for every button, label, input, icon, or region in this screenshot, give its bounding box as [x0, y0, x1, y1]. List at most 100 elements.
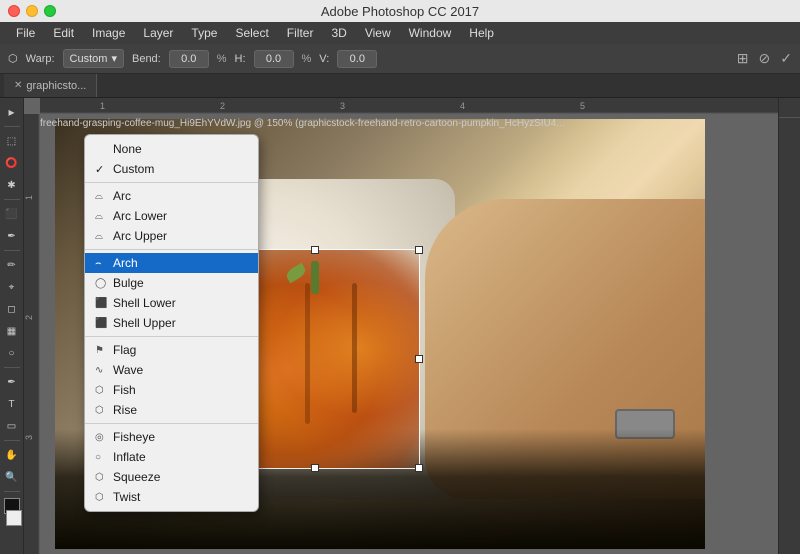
toolbar-separator-5 — [4, 440, 20, 441]
dropdown-item-shell-upper[interactable]: ⬛ Shell Upper — [85, 313, 258, 333]
menu-filter[interactable]: Filter — [279, 24, 322, 42]
svg-text:3: 3 — [340, 101, 345, 111]
dropdown-wave-label: Wave — [113, 363, 143, 377]
dropdown-item-arc-lower[interactable]: ⌓ Arc Lower — [85, 206, 258, 226]
handle-mid-right[interactable] — [415, 355, 423, 363]
tool-text[interactable]: T — [2, 394, 22, 414]
dropdown-bulge-label: Bulge — [113, 276, 144, 290]
right-strip — [778, 98, 800, 554]
menu-file[interactable]: File — [8, 24, 43, 42]
fisheye-icon: ◎ — [95, 432, 104, 443]
menu-window[interactable]: Window — [401, 24, 460, 42]
dropdown-shell-lower-label: Shell Lower — [113, 296, 176, 310]
tool-brush[interactable]: ✏ — [2, 255, 22, 275]
svg-text:3: 3 — [24, 435, 34, 440]
tool-move[interactable]: ▸ — [2, 102, 22, 122]
dropdown-separator-2 — [85, 249, 258, 250]
warp-value: Custom — [70, 53, 108, 65]
options-bar: ⬡ Warp: Custom ▾ Bend: 0.0 % H: 0.0 % V:… — [0, 44, 800, 74]
dropdown-fisheye-label: Fisheye — [113, 430, 155, 444]
background-color[interactable] — [6, 510, 22, 526]
menu-select[interactable]: Select — [227, 24, 276, 42]
twist-icon: ⬡ — [95, 492, 104, 503]
dropdown-item-inflate[interactable]: ○ Inflate — [85, 447, 258, 467]
dropdown-arch-label: Arch — [113, 256, 138, 270]
dropdown-twist-label: Twist — [113, 490, 140, 504]
tool-crop[interactable]: ⬛ — [2, 204, 22, 224]
dropdown-item-fisheye[interactable]: ◎ Fisheye — [85, 427, 258, 447]
grid-icon[interactable]: ⊞ — [737, 50, 749, 67]
pumpkin-line-2 — [305, 283, 310, 425]
dropdown-item-wave[interactable]: ∿ Wave — [85, 360, 258, 380]
dropdown-item-arc[interactable]: ⌓ Arc — [85, 186, 258, 206]
cancel-warp-icon[interactable]: ⊘ — [759, 50, 771, 67]
dropdown-item-none[interactable]: None — [85, 139, 258, 159]
dropdown-item-custom[interactable]: ✓ Custom — [85, 159, 258, 179]
panel-collapse[interactable] — [779, 98, 800, 118]
minimize-button[interactable] — [26, 5, 38, 17]
handle-top-right[interactable] — [415, 246, 423, 254]
maximize-button[interactable] — [44, 5, 56, 17]
tool-eraser[interactable]: ◻ — [2, 299, 22, 319]
handle-bottom-mid[interactable] — [311, 464, 319, 472]
main-area: ▸ ⬚ ⭕ ✱ ⬛ ✒ ✏ ⌖ ◻ ▦ ○ ✒ T ▭ ✋ 🔍 1 2 3 — [0, 98, 800, 554]
dropdown-item-twist[interactable]: ⬡ Twist — [85, 487, 258, 507]
toolbar-separator-4 — [4, 367, 20, 368]
dropdown-item-arch[interactable]: ⌢ Arch — [85, 253, 258, 273]
menu-image[interactable]: Image — [84, 24, 133, 42]
dropdown-shell-upper-label: Shell Upper — [113, 316, 176, 330]
arc-lower-icon: ⌓ — [95, 211, 103, 222]
handle-bottom-right[interactable] — [415, 464, 423, 472]
tool-pen[interactable]: ✒ — [2, 372, 22, 392]
dropdown-item-flag[interactable]: ⚑ Flag — [85, 340, 258, 360]
left-toolbar: ▸ ⬚ ⭕ ✱ ⬛ ✒ ✏ ⌖ ◻ ▦ ○ ✒ T ▭ ✋ 🔍 — [0, 98, 24, 554]
tool-zoom[interactable]: 🔍 — [2, 467, 22, 487]
arc-upper-icon: ⌓ — [95, 231, 103, 242]
percent2-icon: % — [302, 53, 312, 65]
dropdown-item-rise[interactable]: ⬡ Rise — [85, 400, 258, 420]
svg-text:1: 1 — [24, 195, 34, 200]
menu-edit[interactable]: Edit — [45, 24, 82, 42]
handle-top-mid[interactable] — [311, 246, 319, 254]
tab-close-icon[interactable]: ✕ — [14, 80, 22, 91]
tool-dodge[interactable]: ○ — [2, 343, 22, 363]
tool-clone[interactable]: ⌖ — [2, 277, 22, 297]
pumpkin-line-3 — [352, 283, 357, 414]
dropdown-none-label: None — [113, 142, 142, 156]
tool-lasso[interactable]: ⭕ — [2, 153, 22, 173]
tab-label: graphicsto... — [26, 80, 86, 92]
warp-icon: ⬡ — [8, 52, 18, 65]
v-input[interactable]: 0.0 — [337, 50, 377, 68]
document-title: freehand-grasping-coffee-mug_Hi9EhYVdW.j… — [40, 118, 565, 129]
close-button[interactable] — [8, 5, 20, 17]
svg-text:1: 1 — [100, 101, 105, 111]
tool-hand[interactable]: ✋ — [2, 445, 22, 465]
warp-dropdown[interactable]: Custom ▾ — [63, 49, 124, 68]
document-tab[interactable]: ✕ graphicsto... — [4, 74, 97, 97]
tool-magic-wand[interactable]: ✱ — [2, 175, 22, 195]
menu-help[interactable]: Help — [461, 24, 502, 42]
menu-type[interactable]: Type — [183, 24, 225, 42]
tool-shape[interactable]: ▭ — [2, 416, 22, 436]
dropdown-item-shell-lower[interactable]: ⬛ Shell Lower — [85, 293, 258, 313]
dropdown-item-bulge[interactable]: ◯ Bulge — [85, 273, 258, 293]
tool-marquee[interactable]: ⬚ — [2, 131, 22, 151]
dropdown-item-squeeze[interactable]: ⬡ Squeeze — [85, 467, 258, 487]
dropdown-item-fish[interactable]: ⬡ Fish — [85, 380, 258, 400]
fish-icon: ⬡ — [95, 385, 104, 396]
dropdown-item-arc-upper[interactable]: ⌓ Arc Upper — [85, 226, 258, 246]
menu-3d[interactable]: 3D — [323, 24, 354, 42]
toolbar-separator-2 — [4, 199, 20, 200]
tool-eyedropper[interactable]: ✒ — [2, 226, 22, 246]
bend-input[interactable]: 0.0 — [169, 50, 209, 68]
h-input[interactable]: 0.0 — [254, 50, 294, 68]
inflate-icon: ○ — [95, 452, 101, 463]
ruler-top: 1 2 3 4 5 — [40, 98, 778, 114]
titlebar: Adobe Photoshop CC 2017 — [0, 0, 800, 22]
checkmark-icon: ✓ — [95, 163, 104, 176]
confirm-warp-icon[interactable]: ✓ — [780, 50, 792, 67]
menu-view[interactable]: View — [357, 24, 399, 42]
menu-layer[interactable]: Layer — [135, 24, 181, 42]
tool-gradient[interactable]: ▦ — [2, 321, 22, 341]
percent-icon: % — [217, 53, 227, 65]
